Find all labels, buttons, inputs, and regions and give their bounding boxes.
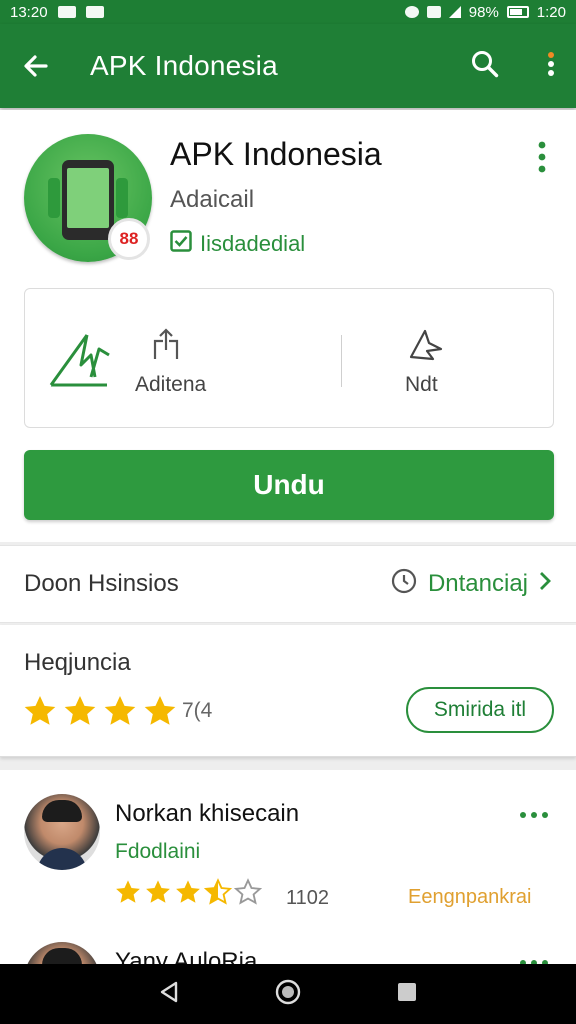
checkbox-icon <box>170 230 192 258</box>
stat-label-flag: Ndt <box>405 373 438 396</box>
version-link-label: Dntanciaj <box>427 570 528 597</box>
rating-stars <box>22 693 178 734</box>
recents-nav-icon[interactable] <box>395 980 419 1009</box>
developer-name[interactable]: Adaicail <box>170 186 254 214</box>
stat-label-share: Aditena <box>135 373 207 396</box>
battery-percent: 98% <box>468 3 499 21</box>
app-badge: 88 <box>108 218 150 260</box>
notification-icon <box>57 6 76 18</box>
verified-badge: Iisdadedial <box>170 230 305 258</box>
status-time: 13:20 <box>10 3 48 21</box>
star-icon <box>144 878 172 911</box>
install-button[interactable]: Undu <box>24 450 554 520</box>
star-icon <box>22 693 58 734</box>
review-stars <box>114 878 263 911</box>
version-label: Doon Hsinsios <box>24 570 179 597</box>
stats-divider <box>341 335 342 387</box>
phone-side-left-icon <box>48 178 60 218</box>
review-more-icon[interactable] <box>520 812 548 818</box>
status-time-right: 1:20 <box>536 3 566 21</box>
verified-label: Iisdadedial <box>200 231 306 256</box>
version-row[interactable]: Doon Hsinsios Dntanciaj <box>0 545 576 623</box>
review-item: Norkan khisecain Fdodlaini 1102 Eengnpa… <box>0 770 576 920</box>
home-nav-icon[interactable] <box>274 978 302 1011</box>
wifi-icon <box>426 6 441 18</box>
reviewer-tag: Fdodlaini <box>115 840 201 863</box>
more-options-icon[interactable] <box>536 140 548 179</box>
write-review-button[interactable]: Smirida itl <box>406 687 554 733</box>
reviews-card: Norkan khisecain Fdodlaini 1102 Eengnpa… <box>0 770 576 1018</box>
status-bar: 13:20 98% 1:20 <box>0 0 576 24</box>
navigation-bar <box>0 964 576 1024</box>
star-icon <box>233 878 263 911</box>
stat-flag[interactable]: Ndt <box>403 289 503 429</box>
more-vert-icon[interactable] <box>544 49 558 84</box>
stats-box: Aditena Ndt <box>24 288 554 428</box>
flag-icon <box>407 327 445 366</box>
history-icon <box>390 567 418 602</box>
star-icon <box>102 693 138 734</box>
phone-icon <box>62 160 114 240</box>
phone-side-right-icon <box>116 178 128 218</box>
star-icon <box>203 878 233 911</box>
arrow-back-icon[interactable] <box>18 48 54 84</box>
star-icon <box>174 878 202 911</box>
stat-share[interactable]: Aditena <box>135 289 255 429</box>
app-bar: APK Indonesia <box>0 24 576 108</box>
app-icon: 88 <box>24 134 152 262</box>
review-helpful[interactable]: Eengnpankrai <box>408 886 531 909</box>
share-icon <box>149 327 183 366</box>
rating-count: 7(4 <box>182 699 213 722</box>
version-link[interactable]: Dntanciaj <box>390 567 552 602</box>
star-icon <box>62 693 98 734</box>
search-icon[interactable] <box>470 49 500 84</box>
app-header-card: 88 APK Indonesia Adaicail Iisdadedial Ad… <box>0 110 576 542</box>
back-nav-icon[interactable] <box>157 980 181 1009</box>
reviewer-name: Norkan khisecain <box>115 800 300 827</box>
star-icon <box>142 693 178 734</box>
avatar[interactable] <box>24 794 100 870</box>
rating-card: Heqjuncia 7(4 Smirida itl <box>0 625 576 757</box>
app-bar-title: APK Indonesia <box>90 50 278 81</box>
review-count: 1102 <box>286 887 346 909</box>
app-name: APK Indonesia <box>170 136 382 172</box>
image-notification-icon <box>85 6 104 18</box>
star-icon <box>114 878 142 911</box>
rating-title: Heqjuncia <box>24 649 131 676</box>
signal-icon <box>448 6 461 18</box>
alarm-icon <box>404 6 419 18</box>
battery-icon <box>506 6 529 18</box>
trending-icon <box>47 327 115 394</box>
chevron-right-icon <box>538 570 552 599</box>
screen: 13:20 98% 1:20 APK Indonesia 88 APK Indo… <box>0 0 576 1024</box>
